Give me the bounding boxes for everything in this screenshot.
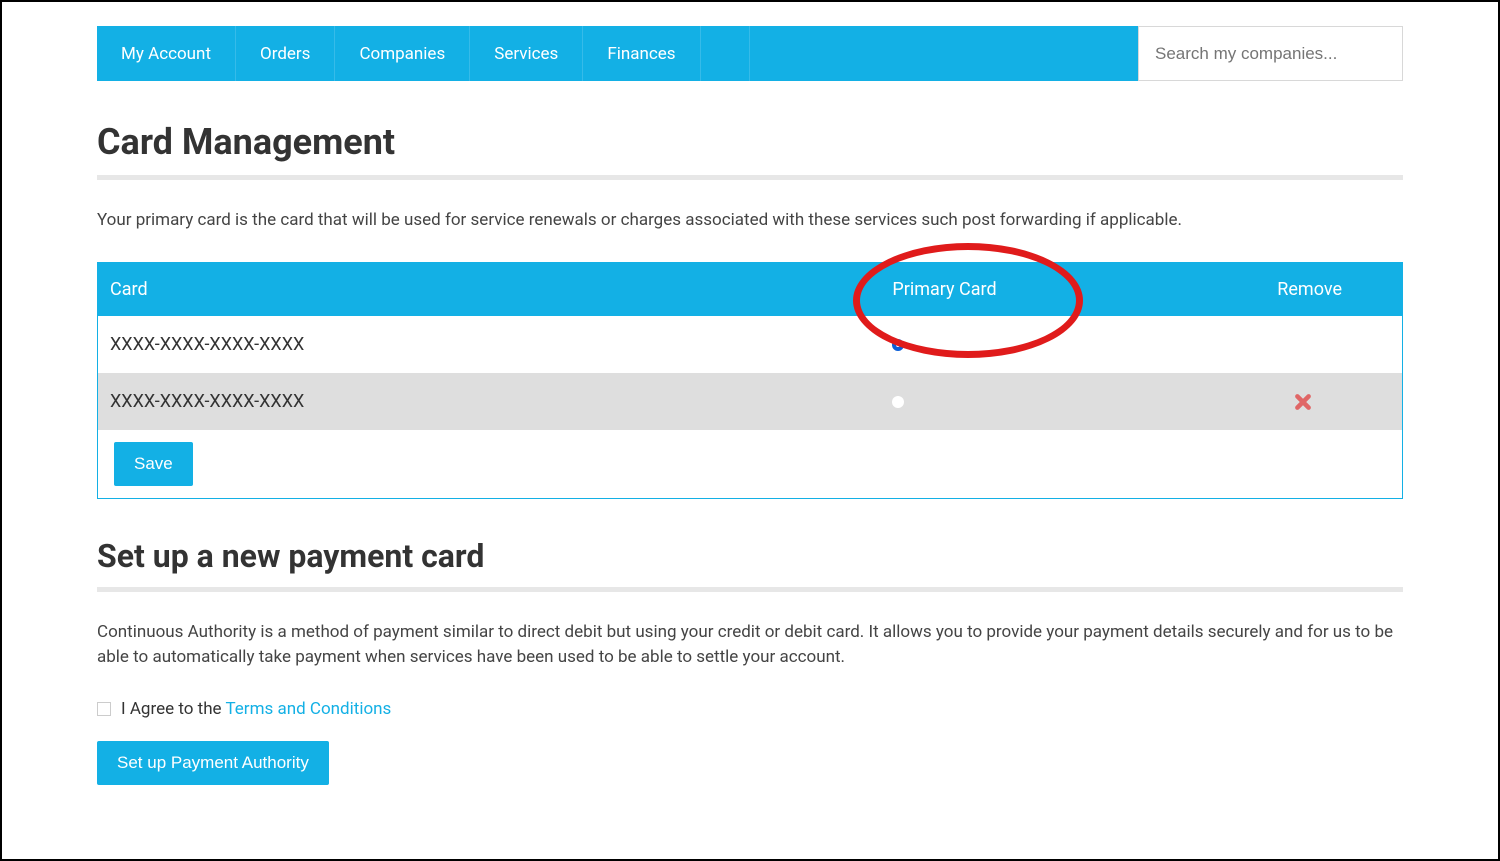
- top-nav: My Account Orders Companies Services Fin…: [97, 26, 1403, 81]
- divider: [97, 587, 1403, 592]
- nav-item-orders[interactable]: Orders: [236, 26, 335, 81]
- th-card: Card: [98, 263, 880, 316]
- remove-icon[interactable]: [1294, 393, 1312, 411]
- nav-item-my-account[interactable]: My Account: [97, 26, 236, 81]
- new-card-description: Continuous Authority is a method of paym…: [97, 620, 1403, 671]
- nav-item-empty: [701, 26, 750, 81]
- divider: [97, 175, 1403, 180]
- nav-item-companies[interactable]: Companies: [335, 26, 470, 81]
- page-title: Card Management: [97, 121, 1403, 163]
- th-primary: Primary Card: [880, 263, 1141, 316]
- agree-checkbox[interactable]: [97, 702, 111, 716]
- remove-cell: [1141, 373, 1402, 430]
- card-management-description: Your primary card is the card that will …: [97, 208, 1403, 234]
- terms-row: I Agree to the Terms and Conditions: [97, 699, 1403, 719]
- search-input[interactable]: [1138, 26, 1403, 81]
- nav-spacer: [750, 26, 1138, 81]
- th-remove: Remove: [1141, 263, 1402, 316]
- card-table-container: Card Primary Card Remove XXXX-XXXX-XXXX-…: [97, 262, 1403, 499]
- primary-radio[interactable]: [892, 339, 904, 351]
- card-table: Card Primary Card Remove XXXX-XXXX-XXXX-…: [98, 263, 1402, 430]
- card-number-cell: XXXX-XXXX-XXXX-XXXX: [98, 316, 880, 373]
- terms-link[interactable]: Terms and Conditions: [225, 699, 391, 719]
- primary-cell: [880, 373, 1141, 430]
- remove-cell: [1141, 316, 1402, 373]
- card-table-footer: Save: [98, 430, 1402, 498]
- nav-item-services[interactable]: Services: [470, 26, 583, 81]
- agree-prefix: I Agree to the: [121, 699, 225, 719]
- nav-item-finances[interactable]: Finances: [583, 26, 700, 81]
- primary-cell: [880, 316, 1141, 373]
- table-row: XXXX-XXXX-XXXX-XXXX: [98, 316, 1402, 373]
- card-number-cell: XXXX-XXXX-XXXX-XXXX: [98, 373, 880, 430]
- save-button[interactable]: Save: [114, 442, 193, 486]
- section-title-new-card: Set up a new payment card: [97, 537, 1403, 575]
- setup-payment-authority-button[interactable]: Set up Payment Authority: [97, 741, 329, 785]
- agree-label: I Agree to the Terms and Conditions: [121, 699, 391, 719]
- table-row: XXXX-XXXX-XXXX-XXXX: [98, 373, 1402, 430]
- primary-radio[interactable]: [892, 396, 904, 408]
